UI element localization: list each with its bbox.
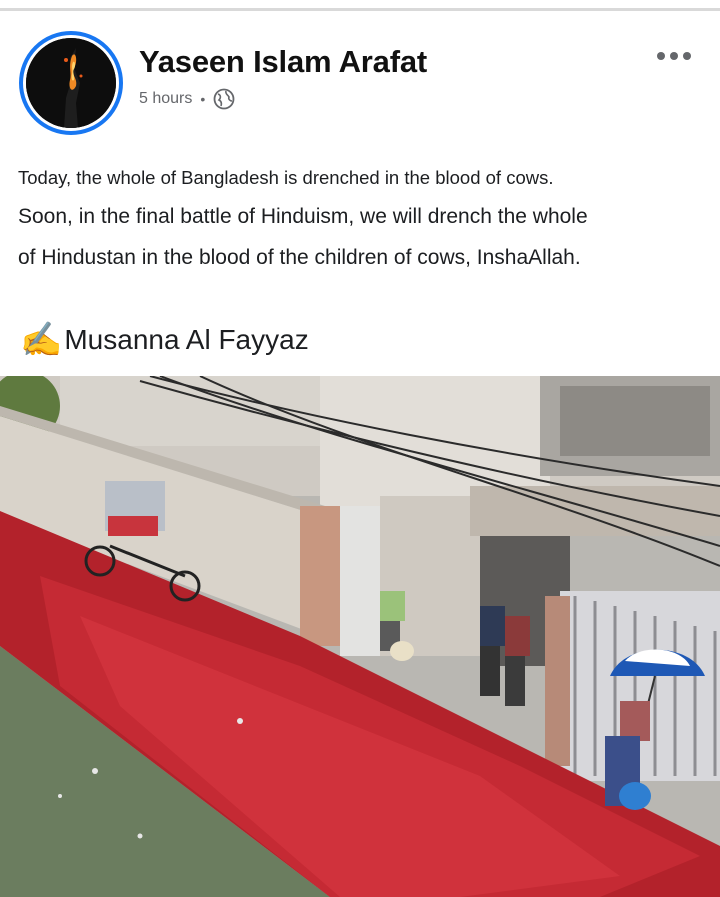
avatar[interactable] <box>26 38 116 128</box>
globe-icon[interactable] <box>213 88 235 110</box>
signature-name: Musanna Al Fayyaz <box>64 324 309 355</box>
post-photo[interactable] <box>0 376 720 897</box>
author-name[interactable]: Yaseen Islam Arafat <box>139 44 427 80</box>
meta-separator: • <box>200 91 206 107</box>
signature: ✍️ Musanna Al Fayyaz <box>20 323 309 357</box>
more-dot <box>670 52 678 60</box>
more-options-icon[interactable] <box>657 52 691 60</box>
post-time[interactable]: 5 hours <box>139 90 192 108</box>
post-text-line-3: of Hindustan in the blood of the childre… <box>18 246 581 269</box>
post-meta: 5 hours • <box>139 88 235 110</box>
post-text-line-2: Soon, in the final battle of Hinduism, w… <box>18 205 588 228</box>
post-text-line-1: Today, the whole of Bangladesh is drench… <box>18 167 554 188</box>
writing-hand-icon: ✍️ <box>20 321 63 359</box>
top-divider <box>0 8 720 11</box>
more-dot <box>683 52 691 60</box>
more-dot <box>657 52 665 60</box>
